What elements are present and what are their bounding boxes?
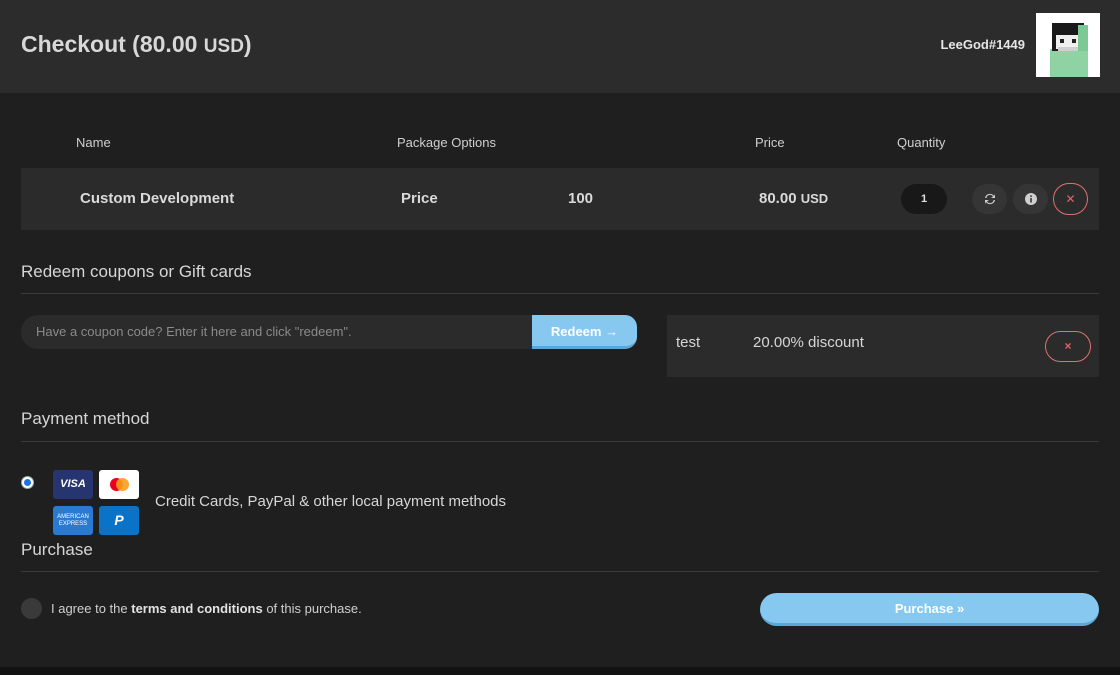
price-amount: 80.00: [759, 190, 797, 207]
package-option-value: 100: [568, 190, 594, 207]
info-icon: [1024, 193, 1037, 205]
refresh-icon: [984, 193, 995, 205]
coupon-discount: 20.00% discount: [753, 334, 864, 351]
applied-coupon: test 20.00% discount ×: [667, 315, 1099, 377]
column-header-price: Price: [755, 135, 785, 150]
page-title: Checkout (80.00 USD): [21, 31, 252, 58]
divider: [21, 571, 1099, 572]
title-amount: 80.00: [139, 31, 198, 57]
redeem-label: Redeem: [550, 324, 602, 339]
column-header-package-options: Package Options: [397, 135, 497, 150]
close-icon: ×: [1064, 339, 1072, 353]
column-header-name: Name: [76, 135, 111, 150]
paypal-icon: P: [99, 506, 139, 535]
coupon-section-title: Redeem coupons or Gift cards: [21, 262, 252, 281]
checkout-header: Checkout (80.00 USD) LeeGod#1449: [0, 0, 1120, 93]
package-name: Custom Development: [80, 190, 235, 207]
terms-checkbox[interactable]: [21, 598, 42, 619]
close-icon: ✕: [1065, 192, 1076, 206]
purchase-section-title: Purchase: [21, 540, 93, 559]
price-currency: USD: [800, 191, 829, 206]
payment-method-radio[interactable]: [21, 476, 34, 489]
redeem-button[interactable]: Redeem →: [532, 315, 637, 349]
visa-icon: VISA: [53, 470, 93, 499]
table-row: Custom Development Price 100 80.00 USD 1…: [21, 168, 1099, 230]
divider: [21, 293, 1099, 294]
payment-section-title: Payment method: [21, 409, 150, 428]
terms-suffix: of this purchase.: [262, 601, 362, 616]
title-currency: USD: [203, 36, 244, 57]
username[interactable]: LeeGod#1449: [940, 37, 1025, 52]
column-header-quantity: Quantity: [897, 135, 946, 150]
footer-bar: [0, 667, 1120, 675]
remove-package-button[interactable]: ✕: [1053, 183, 1088, 215]
title-suffix: ): [243, 31, 252, 57]
terms-prefix: I agree to the: [51, 601, 132, 616]
remove-coupon-button[interactable]: ×: [1045, 331, 1091, 362]
mastercard-icon: [99, 470, 139, 499]
package-price: 80.00 USD: [759, 190, 828, 207]
refresh-button[interactable]: [972, 184, 1007, 214]
divider: [21, 441, 1099, 442]
quantity-input[interactable]: 1: [901, 184, 947, 214]
avatar-image: [1036, 13, 1100, 77]
purchase-button[interactable]: Purchase »: [760, 593, 1099, 626]
avatar[interactable]: [1036, 13, 1100, 77]
package-option-label: Price: [401, 190, 438, 207]
arrow-right-icon: →: [605, 324, 619, 339]
payment-method-label[interactable]: Credit Cards, PayPal & other local payme…: [155, 493, 506, 510]
terms-label: I agree to the terms and conditions of t…: [51, 601, 362, 616]
terms-link[interactable]: terms and conditions: [131, 601, 262, 616]
title-prefix: Checkout (: [21, 31, 140, 57]
coupon-input[interactable]: Have a coupon code? Enter it here and cl…: [21, 315, 533, 349]
amex-icon: AMERICAN EXPRESS: [53, 506, 93, 535]
info-button[interactable]: [1013, 184, 1048, 214]
coupon-code: test: [676, 334, 701, 351]
